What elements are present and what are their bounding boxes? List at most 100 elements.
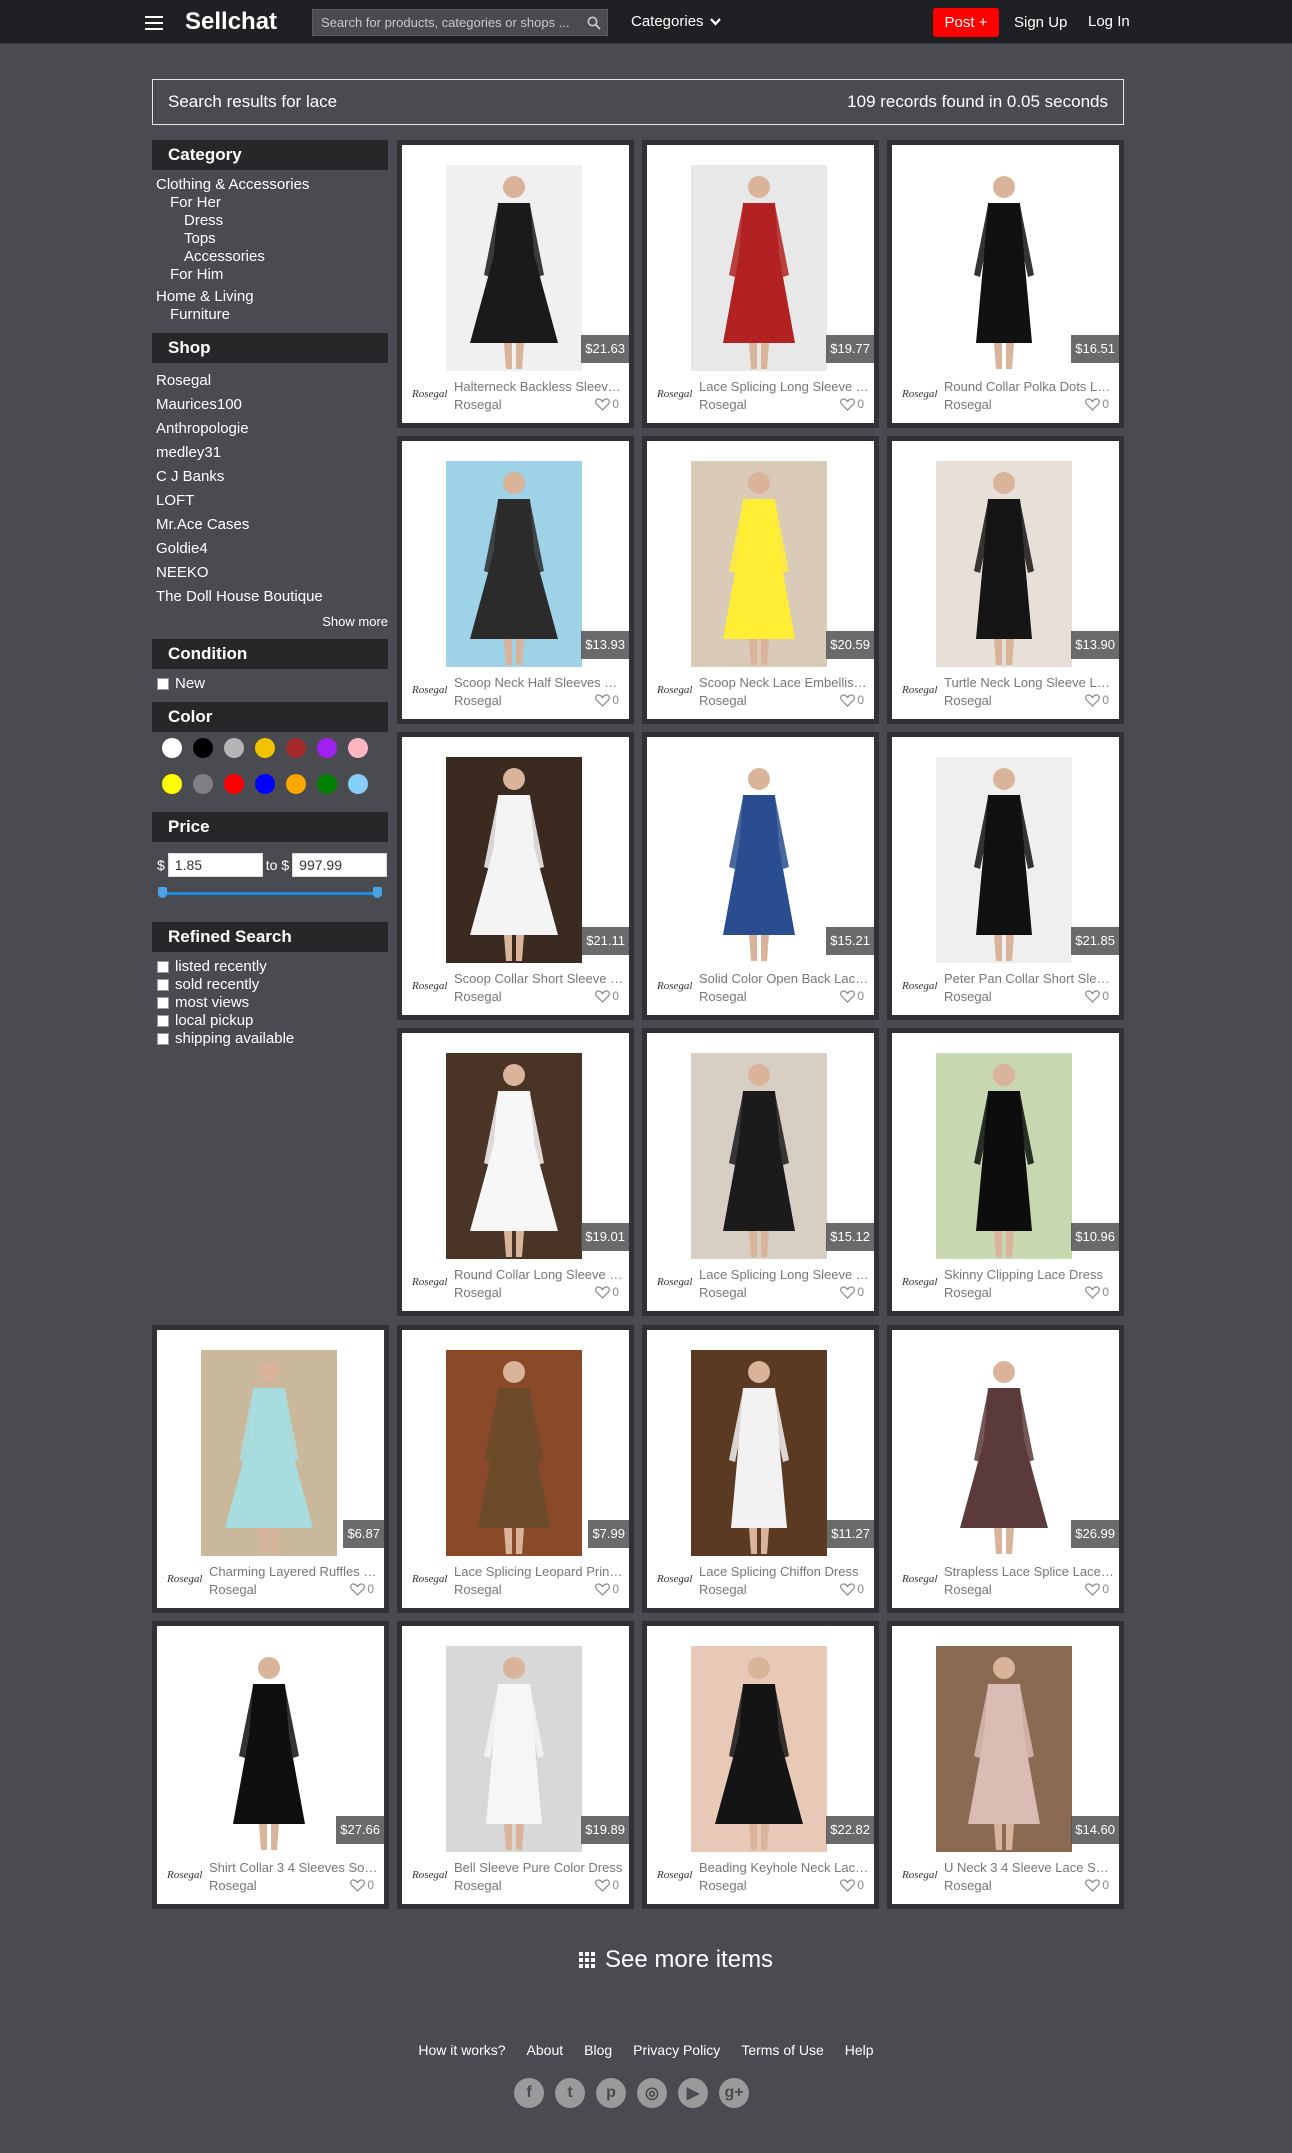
product-card[interactable]: $13.90 Rosegal Turtle Neck Long Sleeve Lac… bbox=[887, 436, 1124, 724]
see-more-items-button[interactable]: See more items bbox=[579, 1946, 773, 1974]
footer-link[interactable]: How it works? bbox=[418, 2042, 505, 2058]
like-button[interactable]: 0 bbox=[840, 989, 864, 1003]
product-title[interactable]: Scoop Neck Half Sleeves Lace Dress bbox=[454, 675, 624, 690]
like-button[interactable]: 0 bbox=[1085, 1285, 1109, 1299]
product-card[interactable]: $6.87 Rosegal Charming Layered Ruffles Dre… bbox=[152, 1325, 389, 1613]
product-shop-name[interactable]: Rosegal bbox=[699, 1285, 747, 1300]
product-title[interactable]: Lace Splicing Chiffon Dress bbox=[699, 1564, 869, 1579]
product-image-wrap[interactable] bbox=[916, 461, 1092, 667]
product-image-wrap[interactable] bbox=[426, 1053, 602, 1259]
color-swatch[interactable] bbox=[255, 774, 275, 794]
like-button[interactable]: 0 bbox=[1085, 397, 1109, 411]
category-item[interactable]: For Her bbox=[152, 194, 388, 212]
like-button[interactable]: 0 bbox=[595, 989, 619, 1003]
color-swatch[interactable] bbox=[286, 738, 306, 758]
category-item[interactable]: Furniture bbox=[152, 306, 388, 324]
price-max-input[interactable] bbox=[292, 853, 388, 877]
product-card[interactable]: $13.93 Rosegal Scoop Neck Half Sleeves Lac… bbox=[397, 436, 634, 724]
shop-logo[interactable]: Rosegal bbox=[657, 1573, 692, 1585]
product-shop-name[interactable]: Rosegal bbox=[944, 397, 992, 412]
category-item[interactable]: Dress bbox=[152, 212, 388, 230]
shop-logo[interactable]: Rosegal bbox=[657, 980, 692, 992]
like-button[interactable]: 0 bbox=[1085, 1878, 1109, 1892]
refined-filter[interactable]: sold recently bbox=[152, 976, 388, 994]
product-title[interactable]: Round Collar Polka Dots Lace Dress bbox=[944, 379, 1114, 394]
like-button[interactable]: 0 bbox=[595, 1878, 619, 1892]
login-link[interactable]: Log In bbox=[1088, 13, 1130, 30]
price-slider-max-handle[interactable] bbox=[373, 887, 382, 898]
product-shop-name[interactable]: Rosegal bbox=[944, 1878, 992, 1893]
shop-logo[interactable]: Rosegal bbox=[902, 684, 937, 696]
shop-item[interactable]: Mr.Ace Cases bbox=[156, 513, 388, 537]
product-shop-name[interactable]: Rosegal bbox=[699, 1582, 747, 1597]
product-shop-name[interactable]: Rosegal bbox=[454, 1285, 502, 1300]
product-title[interactable]: Round Collar Long Sleeve Lace Dress bbox=[454, 1267, 624, 1282]
color-swatch[interactable] bbox=[193, 738, 213, 758]
refined-checkbox[interactable] bbox=[157, 1015, 169, 1027]
product-card[interactable]: $22.82 Rosegal Beading Keyhole Neck Lace D… bbox=[642, 1621, 879, 1909]
shop-item[interactable]: C J Banks bbox=[156, 465, 388, 489]
product-card[interactable]: $21.11 Rosegal Scoop Collar Short Sleeve L… bbox=[397, 732, 634, 1020]
shop-logo[interactable]: Rosegal bbox=[902, 388, 937, 400]
like-button[interactable]: 0 bbox=[595, 1582, 619, 1596]
post-button[interactable]: Post + bbox=[933, 8, 999, 37]
product-title[interactable]: Strapless Lace Splice Lace Dress bbox=[944, 1564, 1114, 1579]
facebook-icon[interactable]: f bbox=[514, 2078, 544, 2108]
product-card[interactable]: $15.12 Rosegal Lace Splicing Long Sleeve D… bbox=[642, 1028, 879, 1316]
product-card[interactable]: $14.60 Rosegal U Neck 3 4 Sleeve Lace Spli… bbox=[887, 1621, 1124, 1909]
category-item[interactable]: Tops bbox=[152, 230, 388, 248]
refined-checkbox[interactable] bbox=[157, 979, 169, 991]
refined-filter[interactable]: listed recently bbox=[152, 958, 388, 976]
shop-logo[interactable]: Rosegal bbox=[167, 1573, 202, 1585]
product-image-wrap[interactable] bbox=[671, 1350, 847, 1556]
product-card[interactable]: $10.96 Rosegal Skinny Clipping Lace Dress R… bbox=[887, 1028, 1124, 1316]
pinterest-icon[interactable]: p bbox=[596, 2078, 626, 2108]
product-image-wrap[interactable] bbox=[916, 1646, 1092, 1852]
like-button[interactable]: 0 bbox=[1085, 989, 1109, 1003]
product-title[interactable]: Lace Splicing Long Sleeve Dress bbox=[699, 1267, 869, 1282]
shop-item[interactable]: Rosegal bbox=[156, 369, 388, 393]
like-button[interactable]: 0 bbox=[350, 1582, 374, 1596]
shop-item[interactable]: The Doll House Boutique bbox=[156, 585, 388, 609]
category-item[interactable]: Clothing & Accessories bbox=[152, 176, 388, 194]
price-min-input[interactable] bbox=[167, 853, 263, 877]
color-swatch[interactable] bbox=[193, 774, 213, 794]
color-swatch[interactable] bbox=[348, 774, 368, 794]
product-title[interactable]: Shirt Collar 3 4 Sleeves Solid Dress bbox=[209, 1860, 379, 1875]
product-image-wrap[interactable] bbox=[916, 1350, 1092, 1556]
product-shop-name[interactable]: Rosegal bbox=[209, 1582, 257, 1597]
product-card[interactable]: $19.01 Rosegal Round Collar Long Sleeve La… bbox=[397, 1028, 634, 1316]
product-image-wrap[interactable] bbox=[916, 757, 1092, 963]
product-image-wrap[interactable] bbox=[181, 1646, 357, 1852]
search-input[interactable] bbox=[321, 10, 581, 35]
youtube-icon[interactable]: ▶ bbox=[678, 2078, 708, 2108]
refined-filter[interactable]: local pickup bbox=[152, 1012, 388, 1030]
product-title[interactable]: Halterneck Backless Sleeveless Lace Dres… bbox=[454, 379, 624, 394]
product-shop-name[interactable]: Rosegal bbox=[699, 989, 747, 1004]
price-slider-min-handle[interactable] bbox=[158, 887, 167, 898]
product-image-wrap[interactable] bbox=[916, 1053, 1092, 1259]
shop-item[interactable]: LOFT bbox=[156, 489, 388, 513]
like-button[interactable]: 0 bbox=[840, 1878, 864, 1892]
like-button[interactable]: 0 bbox=[840, 397, 864, 411]
shop-logo[interactable]: Rosegal bbox=[657, 1276, 692, 1288]
shop-logo[interactable]: Rosegal bbox=[902, 1869, 937, 1881]
product-shop-name[interactable]: Rosegal bbox=[699, 397, 747, 412]
product-title[interactable]: Turtle Neck Long Sleeve Lace Dress bbox=[944, 675, 1114, 690]
product-image-wrap[interactable] bbox=[426, 461, 602, 667]
color-swatch[interactable] bbox=[255, 738, 275, 758]
search-icon[interactable] bbox=[587, 16, 601, 30]
color-swatch[interactable] bbox=[348, 738, 368, 758]
product-shop-name[interactable]: Rosegal bbox=[944, 693, 992, 708]
color-swatch[interactable] bbox=[162, 774, 182, 794]
shop-logo[interactable]: Rosegal bbox=[412, 388, 447, 400]
refined-filter[interactable]: shipping available bbox=[152, 1030, 388, 1048]
product-title[interactable]: Peter Pan Collar Short Sleeve Dress bbox=[944, 971, 1114, 986]
shop-logo[interactable]: Rosegal bbox=[167, 1869, 202, 1881]
product-shop-name[interactable]: Rosegal bbox=[699, 1878, 747, 1893]
category-item[interactable]: For Him bbox=[152, 266, 388, 284]
shop-item[interactable]: Goldie4 bbox=[156, 537, 388, 561]
product-shop-name[interactable]: Rosegal bbox=[944, 1285, 992, 1300]
product-card[interactable]: $26.99 Rosegal Strapless Lace Splice Lace … bbox=[887, 1325, 1124, 1613]
product-title[interactable]: Scoop Collar Short Sleeve Lace Dress bbox=[454, 971, 624, 986]
